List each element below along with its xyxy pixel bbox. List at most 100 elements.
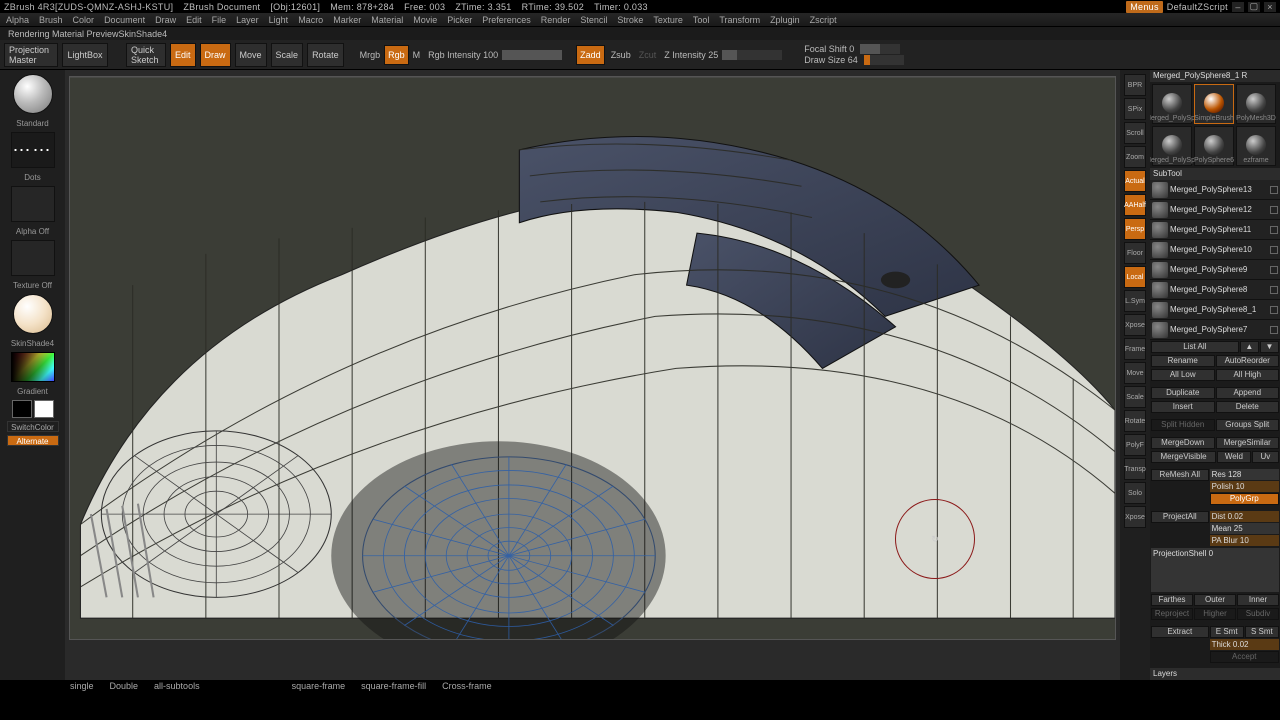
polish-value[interactable]: Polish 10 — [1210, 481, 1279, 492]
zadd-button[interactable]: Zadd — [576, 45, 605, 65]
shelf-zoom-button[interactable]: Zoom — [1124, 146, 1146, 168]
esmt-button[interactable]: E Smt — [1210, 626, 1244, 638]
pablur-value[interactable]: PA Blur 10 — [1210, 535, 1279, 546]
polygrp-button[interactable]: PolyGrp — [1210, 493, 1279, 505]
color-picker[interactable] — [11, 352, 55, 382]
arrow-down-icon[interactable]: ▼ — [1260, 341, 1279, 353]
shelf-xpose-button[interactable]: Xpose — [1124, 314, 1146, 336]
shelf-polyf-button[interactable]: PolyF — [1124, 434, 1146, 456]
uv-button[interactable]: Uv — [1252, 451, 1279, 463]
shelf-transp-button[interactable]: Transp — [1124, 458, 1146, 480]
shelf-bpr-button[interactable]: BPR — [1124, 74, 1146, 96]
merge-visible-button[interactable]: MergeVisible — [1151, 451, 1216, 463]
quick-sketch-button[interactable]: Quick Sketch — [126, 43, 166, 67]
subdiv-button[interactable]: Subdiv — [1237, 608, 1279, 620]
shelf-scale-button[interactable]: Scale — [1124, 386, 1146, 408]
delete-button[interactable]: Delete — [1216, 401, 1280, 413]
subtool-item[interactable]: Merged_PolySphere10 — [1150, 240, 1280, 260]
menu-tool[interactable]: Tool — [693, 15, 710, 25]
shelf-floor-button[interactable]: Floor — [1124, 242, 1146, 264]
minimize-icon[interactable]: – — [1232, 2, 1244, 12]
mean-value[interactable]: Mean 25 — [1210, 523, 1279, 534]
alternate-button[interactable]: Alternate — [7, 435, 59, 446]
focal-shift-slider[interactable] — [860, 44, 900, 54]
extract-button[interactable]: Extract — [1151, 626, 1209, 638]
stroke-preview[interactable]: ⋯⋯ — [11, 132, 55, 168]
autoreorder-button[interactable]: AutoReorder — [1216, 355, 1280, 367]
menu-zscript[interactable]: Zscript — [810, 15, 837, 25]
shelf-xpose-button[interactable]: Xpose — [1124, 506, 1146, 528]
edit-mode-button[interactable]: Edit — [170, 43, 196, 67]
menu-edit[interactable]: Edit — [186, 15, 202, 25]
square-frame-fill-button[interactable]: square-frame-fill — [361, 681, 426, 691]
projection-master-button[interactable]: Projection Master — [4, 43, 58, 67]
menu-file[interactable]: File — [212, 15, 227, 25]
subtool-item[interactable]: Merged_PolySphere13 — [1150, 180, 1280, 200]
menu-preferences[interactable]: Preferences — [482, 15, 531, 25]
default-zscript[interactable]: DefaultZScript — [1167, 2, 1228, 12]
split-hidden-button[interactable]: Split Hidden — [1151, 419, 1215, 431]
merge-similar-button[interactable]: MergeSimilar — [1216, 437, 1280, 449]
shelf-aahalf-button[interactable]: AAHalf — [1124, 194, 1146, 216]
menus-button[interactable]: Menus — [1126, 1, 1163, 13]
subtool-item[interactable]: Merged_PolySphere9 — [1150, 260, 1280, 280]
layers-header[interactable]: Layers — [1150, 668, 1280, 680]
menu-zplugin[interactable]: Zplugin — [770, 15, 800, 25]
texture-preview[interactable] — [11, 240, 55, 276]
shelf-spix-button[interactable]: SPix — [1124, 98, 1146, 120]
switch-color-button[interactable]: SwitchColor — [7, 421, 59, 432]
append-button[interactable]: Append — [1216, 387, 1280, 399]
subtool-item[interactable]: Merged_PolySphere8 — [1150, 280, 1280, 300]
lightbox-button[interactable]: LightBox — [62, 43, 108, 67]
shelf-scroll-button[interactable]: Scroll — [1124, 122, 1146, 144]
arrow-up-icon[interactable]: ▲ — [1240, 341, 1259, 353]
maximize-icon[interactable]: ▢ — [1248, 2, 1260, 12]
square-frame-button[interactable]: square-frame — [292, 681, 346, 691]
all-low-button[interactable]: All Low — [1151, 369, 1215, 381]
subtool-list[interactable]: Merged_PolySphere13Merged_PolySphere12Me… — [1150, 180, 1280, 340]
menu-stroke[interactable]: Stroke — [617, 15, 643, 25]
zsub-button[interactable]: Zsub — [611, 50, 631, 60]
menu-render[interactable]: Render — [541, 15, 571, 25]
rotate-mode-button[interactable]: Rotate — [307, 43, 344, 67]
alpha-preview[interactable] — [11, 186, 55, 222]
menu-brush[interactable]: Brush — [39, 15, 63, 25]
accept-button[interactable]: Accept — [1210, 651, 1279, 663]
menu-macro[interactable]: Macro — [298, 15, 323, 25]
projection-shell-value[interactable]: ProjectionShell 0 — [1151, 548, 1279, 592]
groups-split-button[interactable]: Groups Split — [1216, 419, 1280, 431]
merge-down-button[interactable]: MergeDown — [1151, 437, 1215, 449]
dist-value[interactable]: Dist 0.02 — [1210, 511, 1279, 522]
insert-button[interactable]: Insert — [1151, 401, 1215, 413]
menu-movie[interactable]: Movie — [413, 15, 437, 25]
shelf-lsym-button[interactable]: L.Sym — [1124, 290, 1146, 312]
single-button[interactable]: single — [70, 681, 94, 691]
double-button[interactable]: Double — [110, 681, 139, 691]
tool-cell[interactable]: PolyMesh3D — [1236, 84, 1276, 124]
subtool-item[interactable]: Merged_PolySphere11 — [1150, 220, 1280, 240]
menu-marker[interactable]: Marker — [333, 15, 361, 25]
rgb-button[interactable]: Rgb — [384, 45, 409, 65]
menu-transform[interactable]: Transform — [719, 15, 760, 25]
tool-cell[interactable]: SimpleBrush — [1194, 84, 1234, 124]
list-all-button[interactable]: List All — [1151, 341, 1239, 353]
brush-preview[interactable] — [13, 74, 53, 114]
menu-stencil[interactable]: Stencil — [580, 15, 607, 25]
menu-texture[interactable]: Texture — [653, 15, 683, 25]
thick-value[interactable]: Thick 0.02 — [1210, 639, 1279, 650]
shelf-frame-button[interactable]: Frame — [1124, 338, 1146, 360]
outer-button[interactable]: Outer — [1194, 594, 1236, 606]
all-subtools-button[interactable]: all-subtools — [154, 681, 200, 691]
rename-button[interactable]: Rename — [1151, 355, 1215, 367]
res-value[interactable]: Res 128 — [1210, 469, 1279, 480]
shelf-actual-button[interactable]: Actual — [1124, 170, 1146, 192]
menu-material[interactable]: Material — [371, 15, 403, 25]
tool-header[interactable]: Merged_PolySphere8_1 R — [1150, 70, 1280, 82]
tool-cell[interactable]: Merged_PolySph — [1152, 126, 1192, 166]
material-preview[interactable] — [13, 294, 53, 334]
shelf-rotate-button[interactable]: Rotate — [1124, 410, 1146, 432]
menu-alpha[interactable]: Alpha — [6, 15, 29, 25]
remesh-all-button[interactable]: ReMesh All — [1151, 469, 1209, 481]
close-icon[interactable]: × — [1264, 2, 1276, 12]
menu-layer[interactable]: Layer — [236, 15, 259, 25]
